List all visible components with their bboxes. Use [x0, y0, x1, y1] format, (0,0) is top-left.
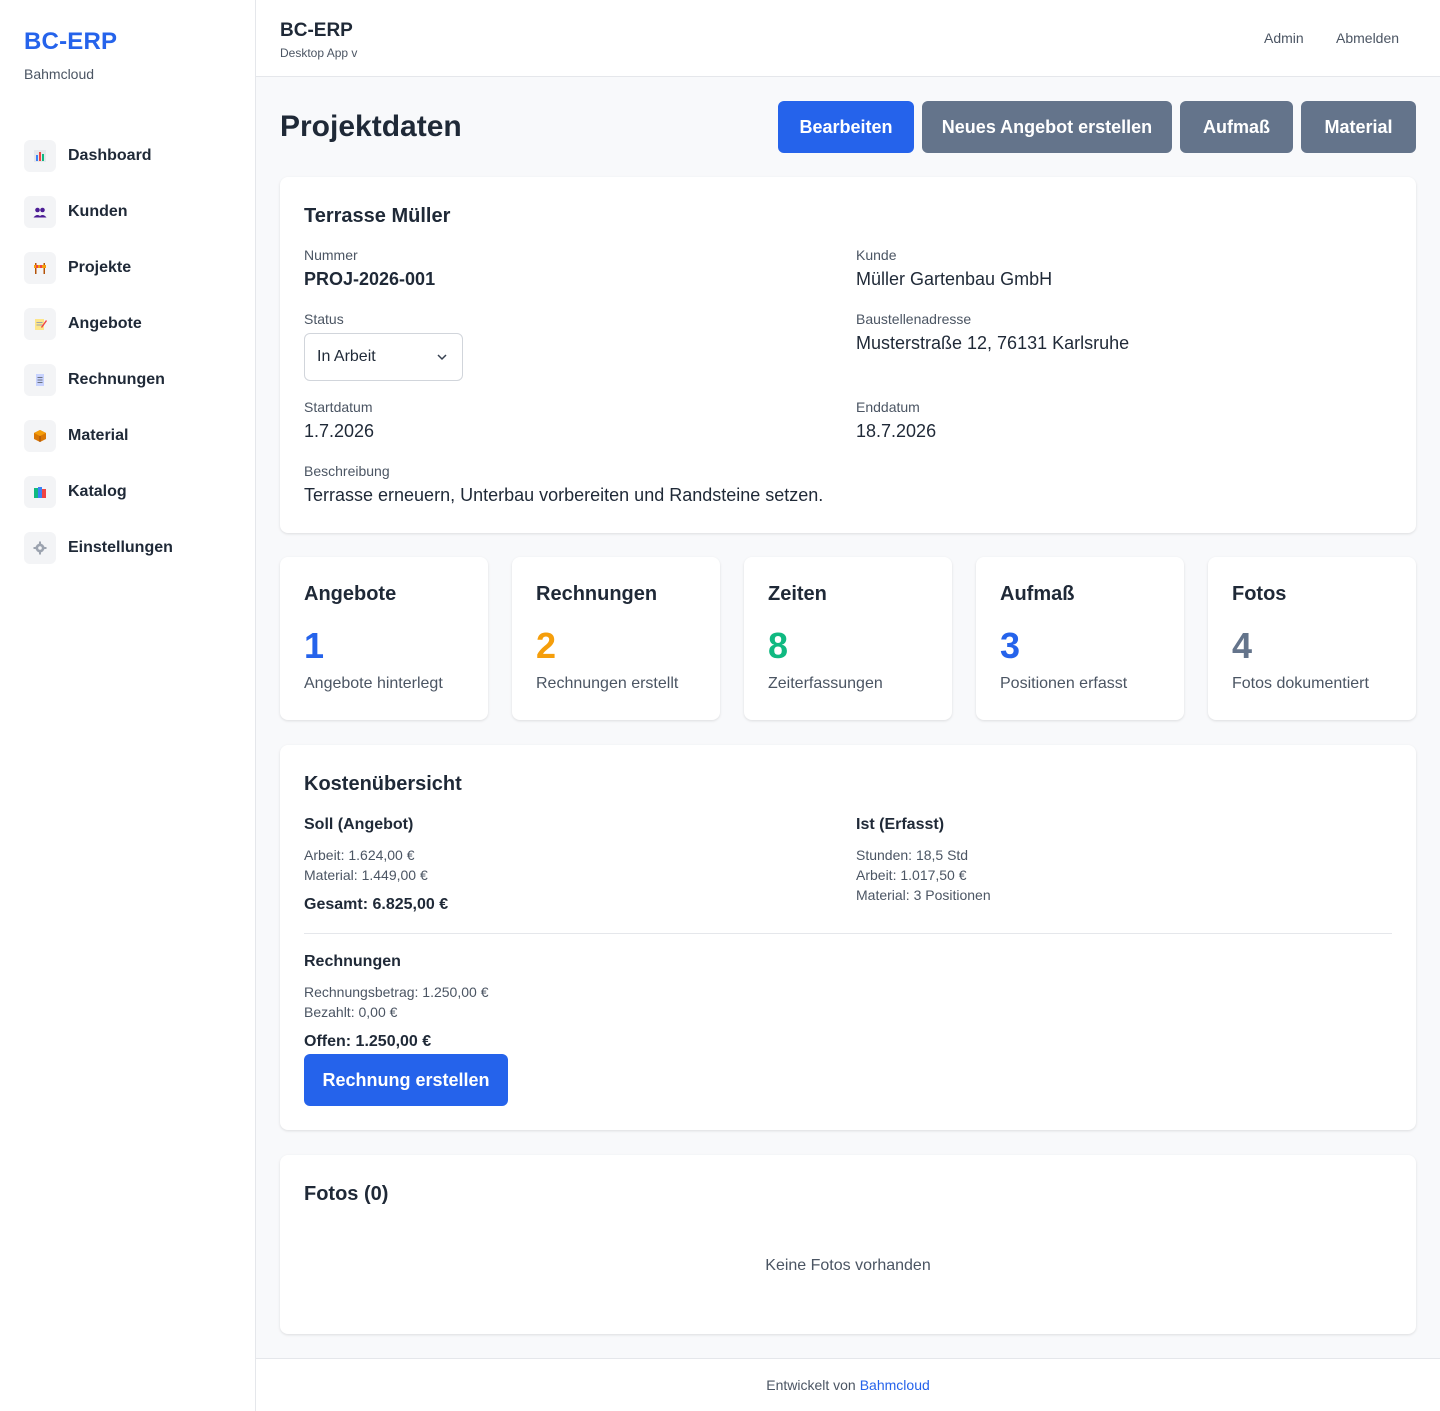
stat-card-photos[interactable]: Fotos 4 Fotos dokumentiert — [1208, 557, 1416, 720]
actual-labor: Arbeit: 1.017,50 € — [856, 867, 967, 883]
brand-subtitle: Bahmcloud — [24, 66, 95, 82]
number-label: Nummer — [304, 247, 358, 263]
footer: Entwickelt von Bahmcloud — [256, 1358, 1440, 1411]
construction-icon — [24, 252, 56, 284]
sidebar-item-label: Dashboard — [68, 147, 152, 164]
users-icon — [24, 196, 56, 228]
sidebar-item-katalog[interactable]: Katalog — [24, 474, 234, 510]
app-version: Desktop App v — [280, 46, 358, 60]
sidebar-item-material[interactable]: Material — [24, 418, 234, 454]
planned-total: Gesamt: 6.825,00 € — [304, 896, 449, 913]
logout-link[interactable]: Abmelden — [1336, 30, 1399, 46]
invoice-open: Offen: 1.250,00 € — [304, 1033, 432, 1050]
topbar: BC-ERP Desktop App v Admin Abmelden — [256, 0, 1440, 77]
stat-card-times[interactable]: Zeiten 8 Zeiterfassungen — [744, 557, 952, 720]
invoice-paid: Bezahlt: 0,00 € — [304, 1004, 398, 1020]
sidebar-item-rechnungen[interactable]: Rechnungen — [24, 362, 234, 398]
photos-empty-message: Keine Fotos vorhanden — [765, 1257, 931, 1274]
edit-button[interactable]: Bearbeiten — [778, 101, 914, 153]
stat-description: Fotos dokumentiert — [1232, 675, 1369, 692]
stat-value: 8 — [768, 625, 789, 666]
stat-card-invoices[interactable]: Rechnungen 2 Rechnungen erstellt — [512, 557, 720, 720]
customer-name: Müller Gartenbau GmbH — [856, 269, 1053, 289]
actual-material: Material: 3 Positionen — [856, 887, 991, 903]
gear-icon — [24, 532, 56, 564]
photos-card: Fotos (0) Keine Fotos vorhanden — [280, 1155, 1416, 1334]
cost-overview-title: Kostenübersicht — [304, 773, 462, 795]
status-label: Status — [304, 311, 344, 327]
status-select[interactable]: In Arbeit — [304, 333, 463, 381]
start-date: 1.7.2026 — [304, 421, 375, 441]
sidebar-item-label: Projekte — [68, 259, 132, 276]
stat-card-offers[interactable]: Angebote 1 Angebote hinterlegt — [280, 557, 488, 720]
sidebar-item-einstellungen[interactable]: Einstellungen — [24, 530, 234, 566]
stat-title: Fotos — [1232, 583, 1287, 605]
cost-overview-card: Kostenübersicht Soll (Angebot) Arbeit: 1… — [280, 745, 1416, 1130]
stat-title: Aufmaß — [1000, 583, 1075, 605]
customer-label: Kunde — [856, 247, 897, 263]
sidebar-nav: Dashboard Kunden Projekte Angebote Rechn… — [24, 138, 234, 586]
stat-title: Zeiten — [768, 583, 827, 605]
receipt-icon — [24, 364, 56, 396]
app-title: BC-ERP — [280, 20, 353, 41]
end-date-label: Enddatum — [856, 399, 920, 415]
actual-heading: Ist (Erfasst) — [856, 816, 945, 833]
planned-heading: Soll (Angebot) — [304, 816, 414, 833]
create-invoice-button[interactable]: Rechnung erstellen — [304, 1054, 508, 1106]
site-address: Musterstraße 12, 76131 Karlsruhe — [856, 333, 1130, 353]
material-button[interactable]: Material — [1301, 101, 1416, 153]
sidebar-item-label: Rechnungen — [68, 371, 165, 388]
sidebar-item-label: Einstellungen — [68, 539, 173, 556]
sidebar: BC-ERP Bahmcloud Dashboard Kunden Projek… — [0, 0, 256, 1411]
sidebar-item-label: Katalog — [68, 483, 127, 500]
user-menu-admin[interactable]: Admin — [1264, 30, 1304, 46]
brand-title: BC-ERP — [24, 28, 118, 55]
chart-icon — [24, 140, 56, 172]
divider — [304, 933, 1392, 934]
brand: BC-ERP Bahmcloud — [24, 28, 117, 82]
memo-icon — [24, 308, 56, 340]
stat-value: 3 — [1000, 625, 1021, 666]
address-label: Baustellenadresse — [856, 311, 972, 327]
stat-description: Zeiterfassungen — [768, 675, 883, 692]
description: Terrasse erneuern, Unterbau vorbereiten … — [304, 485, 824, 505]
stat-title: Rechnungen — [536, 583, 658, 605]
photos-title: Fotos (0) — [304, 1183, 389, 1205]
sidebar-item-kunden[interactable]: Kunden — [24, 194, 234, 230]
actual-hours: Stunden: 18,5 Std — [856, 847, 969, 863]
sidebar-item-dashboard[interactable]: Dashboard — [24, 138, 234, 174]
new-offer-button[interactable]: Neues Angebot erstellen — [922, 101, 1172, 153]
project-details-card: Terrasse Müller Nummer PROJ-2026-001 Kun… — [280, 177, 1416, 533]
stat-description: Positionen erfasst — [1000, 675, 1128, 692]
measurement-button[interactable]: Aufmaß — [1180, 101, 1293, 153]
stat-description: Rechnungen erstellt — [536, 675, 679, 692]
sidebar-item-angebote[interactable]: Angebote — [24, 306, 234, 342]
sidebar-item-label: Material — [68, 427, 129, 444]
chevron-down-icon — [437, 354, 447, 361]
stat-value: 2 — [536, 625, 557, 666]
sidebar-item-projekte[interactable]: Projekte — [24, 250, 234, 286]
sidebar-item-label: Kunden — [68, 203, 128, 220]
project-name: Terrasse Müller — [304, 205, 451, 227]
invoice-amount: Rechnungsbetrag: 1.250,00 € — [304, 984, 489, 1000]
stat-value: 1 — [304, 625, 325, 666]
start-date-label: Startdatum — [304, 399, 373, 415]
stat-card-measurement[interactable]: Aufmaß 3 Positionen erfasst — [976, 557, 1184, 720]
stat-title: Angebote — [304, 583, 397, 605]
books-icon — [24, 476, 56, 508]
end-date: 18.7.2026 — [856, 421, 937, 441]
footer-text: Entwickelt von — [766, 1377, 856, 1393]
description-label: Beschreibung — [304, 463, 390, 479]
page-title: Projektdaten — [280, 110, 462, 143]
invoices-heading: Rechnungen — [304, 953, 401, 970]
status-select-value: In Arbeit — [317, 348, 376, 365]
planned-material: Material: 1.449,00 € — [304, 867, 428, 883]
footer-link-bahmcloud[interactable]: Bahmcloud — [860, 1377, 930, 1393]
stat-description: Angebote hinterlegt — [304, 675, 443, 692]
project-number: PROJ-2026-001 — [304, 269, 436, 289]
package-icon — [24, 420, 56, 452]
sidebar-item-label: Angebote — [68, 315, 142, 332]
planned-labor: Arbeit: 1.624,00 € — [304, 847, 415, 863]
stat-value: 4 — [1232, 625, 1253, 666]
